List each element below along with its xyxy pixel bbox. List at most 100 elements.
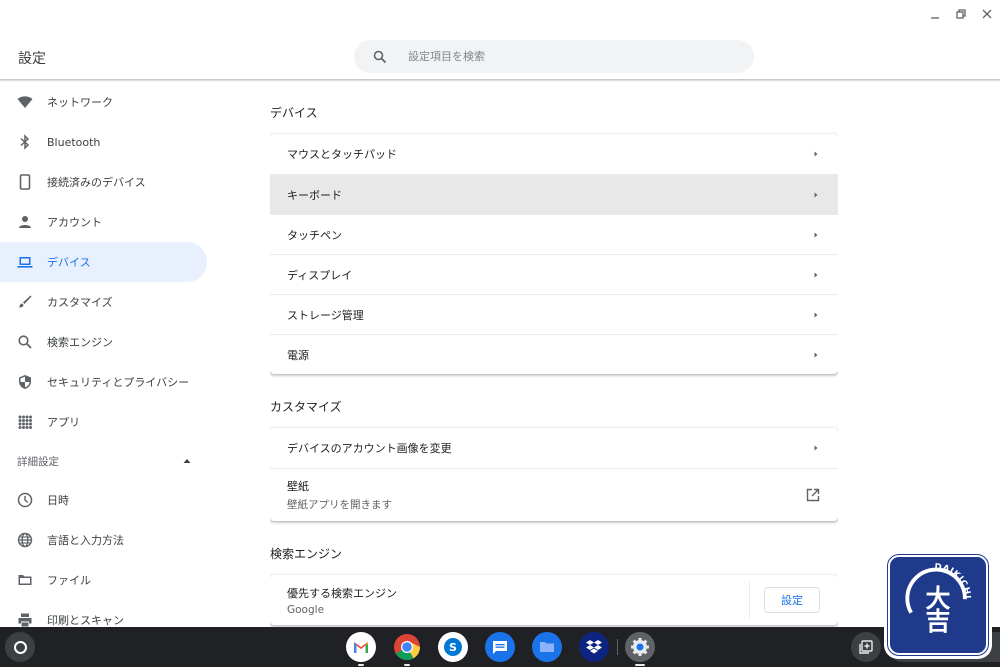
- dropbox-icon: [586, 640, 602, 654]
- bluetooth-icon: [17, 134, 33, 150]
- shelf-divider: [617, 639, 618, 655]
- restore-icon: [956, 9, 966, 19]
- row-sublabel: 壁紙アプリを開きます: [287, 499, 392, 511]
- sidebar-item-search-engine[interactable]: 検索エンジン: [0, 322, 207, 362]
- launcher-icon: [13, 640, 27, 654]
- sidebar-item-printing[interactable]: 印刷とスキャン: [0, 600, 207, 627]
- minimize-icon: [931, 17, 939, 19]
- gmail-icon: [354, 642, 368, 653]
- sidebar-item-label: デバイス: [47, 256, 91, 269]
- laptop-icon: [17, 254, 33, 270]
- row-label: タッチペン: [287, 228, 342, 242]
- shelf-app-gmail[interactable]: [346, 632, 376, 666]
- row-label: 優先する検索エンジン: [287, 586, 397, 600]
- shelf-app-files[interactable]: [532, 632, 562, 662]
- sidebar-item-bluetooth[interactable]: Bluetooth: [0, 122, 207, 162]
- arrow-right-icon: [812, 150, 820, 158]
- daikichi-logo: DAIKICHI 大吉: [884, 551, 992, 659]
- row-mouse-touchpad[interactable]: マウスとタッチパッド: [270, 134, 838, 174]
- launcher-button[interactable]: [5, 632, 35, 662]
- close-button[interactable]: [974, 0, 1000, 28]
- vertical-divider: [749, 582, 750, 618]
- row-storage[interactable]: ストレージ管理: [270, 294, 838, 334]
- advanced-settings-label: 詳細設定: [17, 455, 59, 468]
- row-label: キーボード: [287, 188, 342, 202]
- section-title-search-engine: 検索エンジン: [270, 546, 343, 561]
- sidebar-item-label: アカウント: [47, 216, 102, 229]
- advanced-settings-toggle[interactable]: 詳細設定: [0, 442, 207, 480]
- window-controls: [922, 0, 1000, 28]
- sidebar-item-network[interactable]: ネットワーク: [0, 82, 207, 122]
- shelf-app-chrome[interactable]: [392, 632, 422, 666]
- sidebar-item-apps[interactable]: アプリ: [0, 402, 207, 442]
- sidebar-item-label: 印刷とスキャン: [47, 614, 124, 627]
- chevron-up-icon: [183, 457, 191, 465]
- arrow-right-icon: [812, 351, 820, 359]
- phone-icon: [17, 174, 33, 190]
- row-power[interactable]: 電源: [270, 334, 838, 374]
- section-title-device: デバイス: [270, 105, 318, 120]
- arrow-right-icon: [812, 444, 820, 452]
- row-keyboard[interactable]: キーボード: [270, 174, 838, 214]
- apps-grid-icon: [17, 414, 33, 430]
- shelf-app-settings[interactable]: [625, 632, 655, 666]
- main-content: デバイス マウスとタッチパッド キーボード タッチペン ディスプレイ ストレージ…: [270, 82, 838, 627]
- globe-icon: [17, 532, 33, 548]
- row-label: デバイスのアカウント画像を変更: [287, 442, 452, 455]
- external-link-icon[interactable]: [806, 488, 820, 502]
- row-change-account-image[interactable]: デバイスのアカウント画像を変更: [270, 428, 838, 468]
- brush-icon: [17, 294, 33, 310]
- chrome-icon: [394, 634, 421, 661]
- row-label: 壁紙: [287, 480, 309, 493]
- sidebar-item-label: カスタマイズ: [47, 296, 113, 309]
- holding-space-icon: [859, 640, 873, 654]
- sidebar-item-label: ネットワーク: [47, 96, 113, 109]
- skype-icon: S: [444, 638, 462, 656]
- search-input[interactable]: [408, 50, 728, 63]
- search-engine-settings-button[interactable]: 設定: [764, 587, 820, 613]
- search-icon: [17, 334, 33, 350]
- sidebar-item-label: 接続済みのデバイス: [47, 176, 146, 189]
- sidebar-item-date-time[interactable]: 日時: [0, 480, 207, 520]
- sidebar-item-label: 日時: [47, 494, 69, 507]
- row-sublabel: Google: [287, 603, 325, 616]
- sidebar-item-account[interactable]: アカウント: [0, 202, 207, 242]
- shelf-app-dropbox[interactable]: [579, 632, 609, 662]
- shelf-app-skype[interactable]: S: [438, 632, 468, 662]
- sidebar-item-connected-devices[interactable]: 接続済みのデバイス: [0, 162, 207, 202]
- row-label: 電源: [287, 348, 309, 362]
- search-box[interactable]: [354, 40, 754, 73]
- files-icon: [540, 642, 554, 652]
- row-label: ストレージ管理: [287, 308, 364, 322]
- arrow-right-icon: [812, 231, 820, 239]
- search-engine-card: 優先する検索エンジン Google 設定: [270, 575, 838, 625]
- arrow-right-icon: [812, 271, 820, 279]
- sidebar-item-personalization[interactable]: カスタマイズ: [0, 282, 207, 322]
- messages-icon: [493, 641, 507, 654]
- sidebar-item-label: アプリ: [47, 416, 80, 429]
- holding-space-button[interactable]: [851, 632, 881, 662]
- person-icon: [17, 214, 33, 230]
- row-display[interactable]: ディスプレイ: [270, 254, 838, 294]
- shelf-app-messages[interactable]: [485, 632, 515, 662]
- running-indicator: [404, 664, 410, 666]
- settings-header: 設定: [0, 28, 1000, 80]
- sidebar-item-label: 言語と入力方法: [47, 534, 124, 547]
- arrow-right-icon: [812, 191, 820, 199]
- restore-button[interactable]: [948, 0, 974, 28]
- gear-icon: [631, 638, 649, 656]
- row-stylus[interactable]: タッチペン: [270, 214, 838, 254]
- folder-icon: [17, 572, 33, 588]
- running-indicator: [635, 664, 645, 666]
- sidebar-item-files[interactable]: ファイル: [0, 560, 207, 600]
- row-wallpaper[interactable]: 壁紙 壁紙アプリを開きます: [270, 468, 838, 521]
- sidebar-item-label: セキュリティとプライバシー: [47, 376, 190, 389]
- minimize-button[interactable]: [922, 0, 948, 28]
- svg-text:S: S: [449, 641, 457, 654]
- sidebar-item-device[interactable]: デバイス: [0, 242, 207, 282]
- search-icon: [373, 50, 387, 64]
- logo-glyph: 大吉: [926, 584, 951, 636]
- sidebar-item-languages[interactable]: 言語と入力方法: [0, 520, 207, 560]
- daikichi-emblem: DAIKICHI 大吉: [905, 562, 971, 636]
- sidebar-item-security[interactable]: セキュリティとプライバシー: [0, 362, 207, 402]
